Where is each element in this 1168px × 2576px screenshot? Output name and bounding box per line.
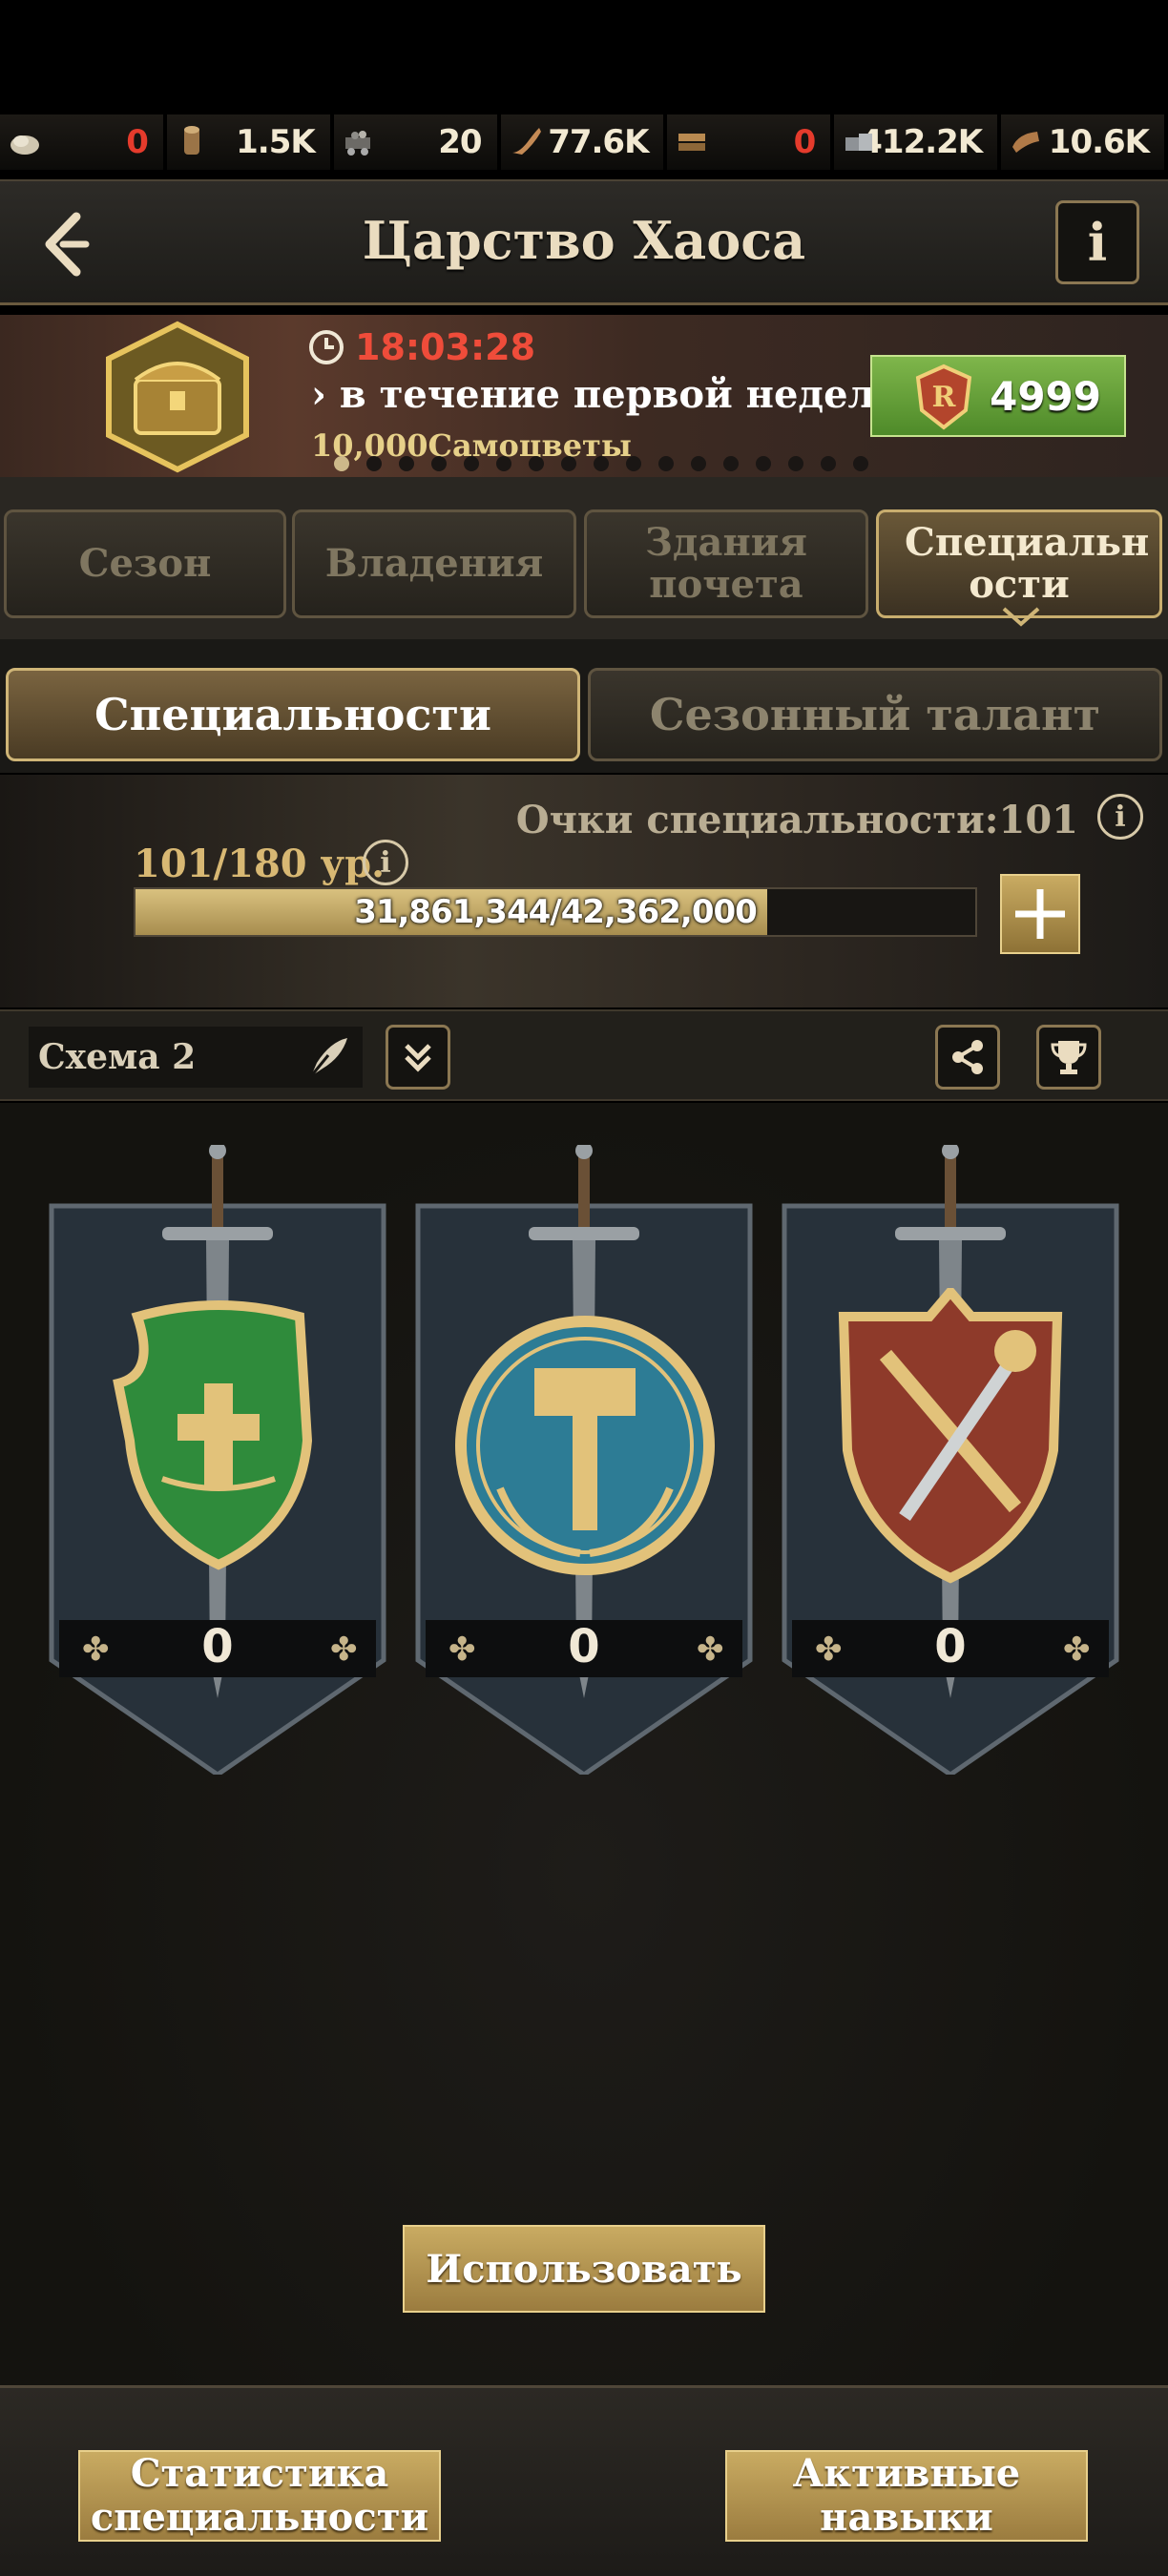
trophy-icon [1051, 1041, 1087, 1074]
pagination-dot[interactable] [399, 456, 414, 471]
tab-honor-buildings[interactable]: Здания почета [584, 509, 868, 618]
horn-icon [511, 128, 541, 155]
pagination-dot[interactable] [496, 456, 511, 471]
progress-text: 31,861,344/42,362,000 [354, 893, 758, 931]
banner-pagination [334, 456, 868, 471]
pagination-dot[interactable] [853, 456, 868, 471]
tab-holdings[interactable]: Владения [292, 509, 576, 618]
resource-iron[interactable]: 412.2K [834, 114, 1002, 170]
tab-label: Владения [324, 541, 544, 586]
pagination-dot[interactable] [529, 456, 544, 471]
tab-specialties[interactable]: Специальн ости [876, 509, 1162, 618]
stats-button-label: Статистика специальности [90, 2451, 429, 2540]
pagination-dot[interactable] [464, 456, 479, 471]
scheme-label: Схема 2 [38, 1037, 197, 1077]
page-title: Царство Хаоса [362, 210, 806, 271]
subtab-label: Специальности [94, 689, 492, 740]
resource-value: 0 [126, 123, 149, 161]
resource-value: 412.2K [860, 123, 983, 161]
pagination-dot[interactable] [366, 456, 382, 471]
pagination-dot[interactable] [723, 456, 739, 471]
resource-bar: 0 1.5K 20 77.6K 0 412.2K 10.6K [0, 114, 1168, 170]
resource-value: 0 [793, 123, 817, 161]
use-button[interactable]: Использовать [403, 2225, 765, 2313]
promo-banner[interactable]: 18:03:28 › в течение первой недели 10,00… [0, 315, 1168, 477]
pagination-dot[interactable] [788, 456, 803, 471]
red-shield-crossed-weapons-icon [838, 1288, 1063, 1584]
specialty-card-defense[interactable]: ✤ ✤ 0 [48, 1142, 387, 1778]
price-text: 4999 [990, 372, 1101, 420]
clock-icon [309, 330, 344, 364]
scheme-bar: Схема 2 [0, 1009, 1168, 1101]
level-progress-bar: 31,861,344/42,362,000 [134, 887, 977, 937]
level-info-icon[interactable]: i [363, 840, 408, 885]
subtab-specialties[interactable]: Специальности [6, 668, 580, 761]
specialty-card-combat[interactable]: ✤ ✤ 0 [781, 1142, 1120, 1778]
pagination-dot[interactable] [626, 456, 641, 471]
promo-text: › в течение первой недели [311, 372, 904, 417]
buy-button[interactable]: R 4999 [870, 355, 1126, 437]
pagination-dot[interactable] [756, 456, 771, 471]
resource-leather[interactable]: 10.6K [1001, 114, 1168, 170]
lumber-icon [678, 134, 706, 151]
share-button[interactable] [935, 1025, 1000, 1090]
resource-lumber[interactable]: 0 [667, 114, 835, 170]
tab-season[interactable]: Сезон [4, 509, 286, 618]
double-chevron-down-icon [405, 1044, 431, 1072]
card-count: 0 [934, 1620, 967, 1673]
leather-icon [1012, 132, 1040, 153]
points-info-icon[interactable]: i [1097, 794, 1143, 840]
resource-stone[interactable]: 0 [0, 114, 167, 170]
level-label: 101/180 ур. [134, 841, 386, 886]
iron-icon [845, 134, 873, 151]
header: Царство Хаоса i [0, 179, 1168, 305]
pagination-dot[interactable] [821, 456, 836, 471]
banner-timer: 18:03:28 [307, 326, 535, 368]
specialty-stats-button[interactable]: Статистика специальности [78, 2450, 441, 2542]
green-shield-cross-icon [113, 1300, 313, 1570]
ranking-button[interactable] [1036, 1025, 1101, 1090]
svg-text:R: R [932, 381, 957, 414]
specialty-card-construction[interactable]: ✤ ✤ 0 [414, 1142, 754, 1778]
stone-icon [10, 135, 39, 155]
pagination-dot[interactable] [691, 456, 706, 471]
resource-wood[interactable]: 1.5K [166, 114, 334, 170]
card-count: 0 [568, 1620, 600, 1673]
blue-hammer-laurel-icon [455, 1316, 715, 1575]
pagination-dot[interactable] [431, 456, 447, 471]
tab-label: Здания почета [645, 520, 807, 607]
resource-ore[interactable]: 20 [333, 114, 501, 170]
resource-horn[interactable]: 77.6K [500, 114, 668, 170]
quill-edit-icon[interactable] [303, 1034, 351, 1082]
timer-text: 18:03:28 [355, 326, 536, 368]
active-skills-button[interactable]: Активные навыки [725, 2450, 1088, 2542]
tab-label: Сезон [78, 541, 212, 586]
subtab-season-talent[interactable]: Сезонный талант [588, 668, 1162, 761]
specialty-points-label: Очки специальности:101 [515, 798, 1078, 842]
treasure-chest-icon [106, 321, 249, 473]
pagination-dot[interactable] [561, 456, 576, 471]
use-button-label: Использовать [426, 2246, 742, 2292]
ore-cart-icon [344, 131, 370, 156]
plus-icon [1015, 889, 1065, 939]
add-points-button[interactable] [1000, 874, 1080, 954]
resource-value: 10.6K [1048, 123, 1150, 161]
wood-icon [183, 126, 199, 155]
scheme-dropdown-button[interactable] [386, 1025, 450, 1090]
active-tab-indicator-icon [1002, 607, 1040, 627]
info-button[interactable]: i [1055, 200, 1139, 284]
tab-label: Специальн ости [905, 520, 1150, 607]
resource-value: 20 [438, 123, 482, 161]
info-icon: i [1087, 212, 1108, 273]
royal-crest-icon: R [915, 364, 972, 430]
share-icon [952, 1040, 983, 1074]
pagination-dot[interactable] [658, 456, 674, 471]
pagination-dot[interactable] [334, 456, 349, 471]
resource-value: 77.6K [548, 123, 649, 161]
pagination-dot[interactable] [594, 456, 609, 471]
resource-value: 1.5K [236, 123, 316, 161]
skills-button-label: Активные навыки [792, 2451, 1021, 2540]
subtab-label: Сезонный талант [649, 689, 1101, 740]
card-count: 0 [201, 1620, 234, 1673]
